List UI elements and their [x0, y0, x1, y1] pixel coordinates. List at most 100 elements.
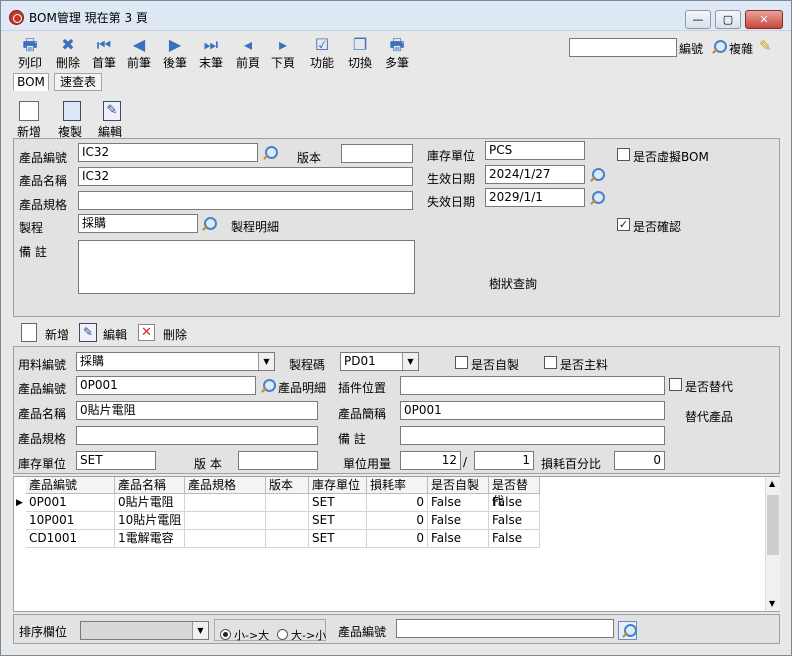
table-cell[interactable]: SET: [309, 512, 367, 530]
toolbar-last-record-button[interactable]: ⏭ 末筆: [194, 35, 228, 70]
expiry-date-field[interactable]: 2029/1/1: [485, 188, 585, 207]
table-cell[interactable]: [185, 530, 266, 548]
complex-search-icon[interactable]: ✎: [759, 37, 777, 57]
toolbar-switch-button[interactable]: ❐ 切換: [343, 35, 377, 70]
process-detail-button[interactable]: 製程明細: [231, 218, 279, 235]
product-detail-button[interactable]: 產品明細: [278, 379, 326, 396]
table-cell[interactable]: False: [489, 530, 540, 548]
product-spec-field[interactable]: [78, 191, 413, 210]
detail-remark-field[interactable]: [400, 426, 665, 445]
process-search-icon[interactable]: [200, 216, 217, 232]
table-cell[interactable]: False: [489, 512, 540, 530]
material-code-dropdown-icon[interactable]: ▼: [258, 353, 274, 370]
sort-field-select[interactable]: ▼: [80, 621, 209, 640]
search-input[interactable]: [569, 38, 677, 57]
table-cell[interactable]: 10貼片電阻: [115, 512, 185, 530]
toolbar-first-record-button[interactable]: ⏮ 首筆: [87, 35, 121, 70]
table-cell[interactable]: SET: [309, 494, 367, 512]
process-code-select[interactable]: PD01 ▼: [340, 352, 419, 371]
unit-usage-field[interactable]: 12: [400, 451, 461, 470]
expiry-date-picker-icon[interactable]: [588, 190, 605, 206]
effective-date-field[interactable]: 2024/1/27: [485, 165, 585, 184]
sort-asc-radio[interactable]: [220, 629, 231, 640]
toolbar-next-page-button[interactable]: ▸ 下頁: [266, 35, 300, 70]
scrollbar-thumb[interactable]: [767, 495, 779, 555]
grid-column-header[interactable]: 產品編號: [26, 477, 115, 494]
toolbar-previous-page-button[interactable]: ◂ 前頁: [231, 35, 265, 70]
scroll-up-icon[interactable]: ▲: [769, 479, 775, 488]
delete-detail-icon[interactable]: ✕: [138, 324, 155, 341]
product-code-field[interactable]: IC32: [78, 143, 258, 162]
edit-detail-icon[interactable]: ✎: [79, 323, 97, 342]
table-cell[interactable]: 1電解電容: [115, 530, 185, 548]
close-button[interactable]: ✕: [745, 10, 783, 29]
minimize-button[interactable]: —: [685, 10, 711, 29]
table-cell[interactable]: [266, 512, 309, 530]
toolbar-multi-record-button[interactable]: 🖶 多筆: [380, 35, 414, 70]
grid-column-header[interactable]: 版本: [266, 477, 309, 494]
detail-product-code-field[interactable]: 0P001: [76, 376, 256, 395]
process-code-dropdown-icon[interactable]: ▼: [402, 353, 418, 370]
table-cell[interactable]: 0: [367, 512, 428, 530]
tree-query-button[interactable]: 樹狀查詢: [489, 275, 537, 292]
stock-unit-field[interactable]: PCS: [485, 141, 585, 160]
grid-column-header[interactable]: 產品規格: [185, 477, 266, 494]
detail-product-search-icon[interactable]: [259, 378, 276, 394]
detail-product-spec-field[interactable]: [76, 426, 318, 445]
table-cell[interactable]: False: [428, 530, 489, 548]
edit-detail-button[interactable]: 編輯: [103, 326, 127, 343]
footer-search-button[interactable]: [618, 621, 637, 640]
substitute-checkbox[interactable]: [669, 378, 682, 391]
table-cell[interactable]: 10P001: [26, 512, 115, 530]
edit-bom-icon[interactable]: ✎: [103, 101, 121, 121]
table-cell[interactable]: [185, 494, 266, 512]
toolbar-printer-button[interactable]: 🖶 列印: [13, 35, 47, 70]
maximize-button[interactable]: ▢: [715, 10, 741, 29]
toolbar-previous-record-button[interactable]: ◀ 前筆: [122, 35, 156, 70]
table-cell[interactable]: False: [489, 494, 540, 512]
table-cell[interactable]: [266, 494, 309, 512]
search-icon[interactable]: [710, 39, 727, 55]
table-cell[interactable]: SET: [309, 530, 367, 548]
table-cell[interactable]: CD1001: [26, 530, 115, 548]
sort-field-dropdown-icon[interactable]: ▼: [192, 622, 208, 639]
grid-vertical-scrollbar[interactable]: ▲ ▼: [765, 477, 780, 611]
product-short-field[interactable]: 0P001: [400, 401, 665, 420]
detail-version-field[interactable]: [238, 451, 318, 470]
detail-product-name-field[interactable]: 0貼片電阻: [76, 401, 318, 420]
grid-column-header[interactable]: 是否自製: [428, 477, 489, 494]
product-code-search-icon[interactable]: [261, 145, 278, 161]
toolbar-function-button[interactable]: ☑ 功能: [305, 35, 339, 70]
table-cell[interactable]: False: [428, 512, 489, 530]
footer-product-code-field[interactable]: [396, 619, 614, 638]
toolbar-next-record-button[interactable]: ▶ 後筆: [158, 35, 192, 70]
table-cell[interactable]: [185, 512, 266, 530]
tab-quick-lookup[interactable]: 速查表: [54, 73, 102, 91]
sort-desc-radio[interactable]: [277, 629, 288, 640]
toolbar-delete-button[interactable]: ✖ 刪除: [51, 35, 85, 70]
unit-usage-divisor-field[interactable]: 1: [474, 451, 534, 470]
material-code-select[interactable]: 採購 ▼: [76, 352, 275, 371]
insert-position-field[interactable]: [400, 376, 665, 395]
process-field[interactable]: 採購: [78, 214, 198, 233]
detail-stock-unit-field[interactable]: SET: [76, 451, 156, 470]
table-cell[interactable]: 0P001: [26, 494, 115, 512]
table-cell[interactable]: 0: [367, 494, 428, 512]
remark-textarea[interactable]: [78, 240, 415, 294]
self-made-checkbox[interactable]: [455, 356, 468, 369]
grid-column-header[interactable]: 庫存單位: [309, 477, 367, 494]
copy-bom-icon[interactable]: [63, 101, 81, 121]
confirmed-checkbox[interactable]: ✓: [617, 218, 630, 231]
scroll-down-icon[interactable]: ▼: [769, 599, 775, 608]
table-cell[interactable]: [266, 530, 309, 548]
grid-column-header[interactable]: 損耗率: [367, 477, 428, 494]
new-detail-button[interactable]: 新增: [45, 326, 69, 343]
virtual-bom-checkbox[interactable]: [617, 148, 630, 161]
loss-percent-field[interactable]: 0: [614, 451, 665, 470]
delete-detail-button[interactable]: 刪除: [163, 326, 187, 343]
substitute-product-button[interactable]: 替代產品: [685, 408, 733, 425]
main-material-checkbox[interactable]: [544, 356, 557, 369]
effective-date-picker-icon[interactable]: [588, 167, 605, 183]
version-field[interactable]: [341, 144, 413, 163]
table-cell[interactable]: False: [428, 494, 489, 512]
